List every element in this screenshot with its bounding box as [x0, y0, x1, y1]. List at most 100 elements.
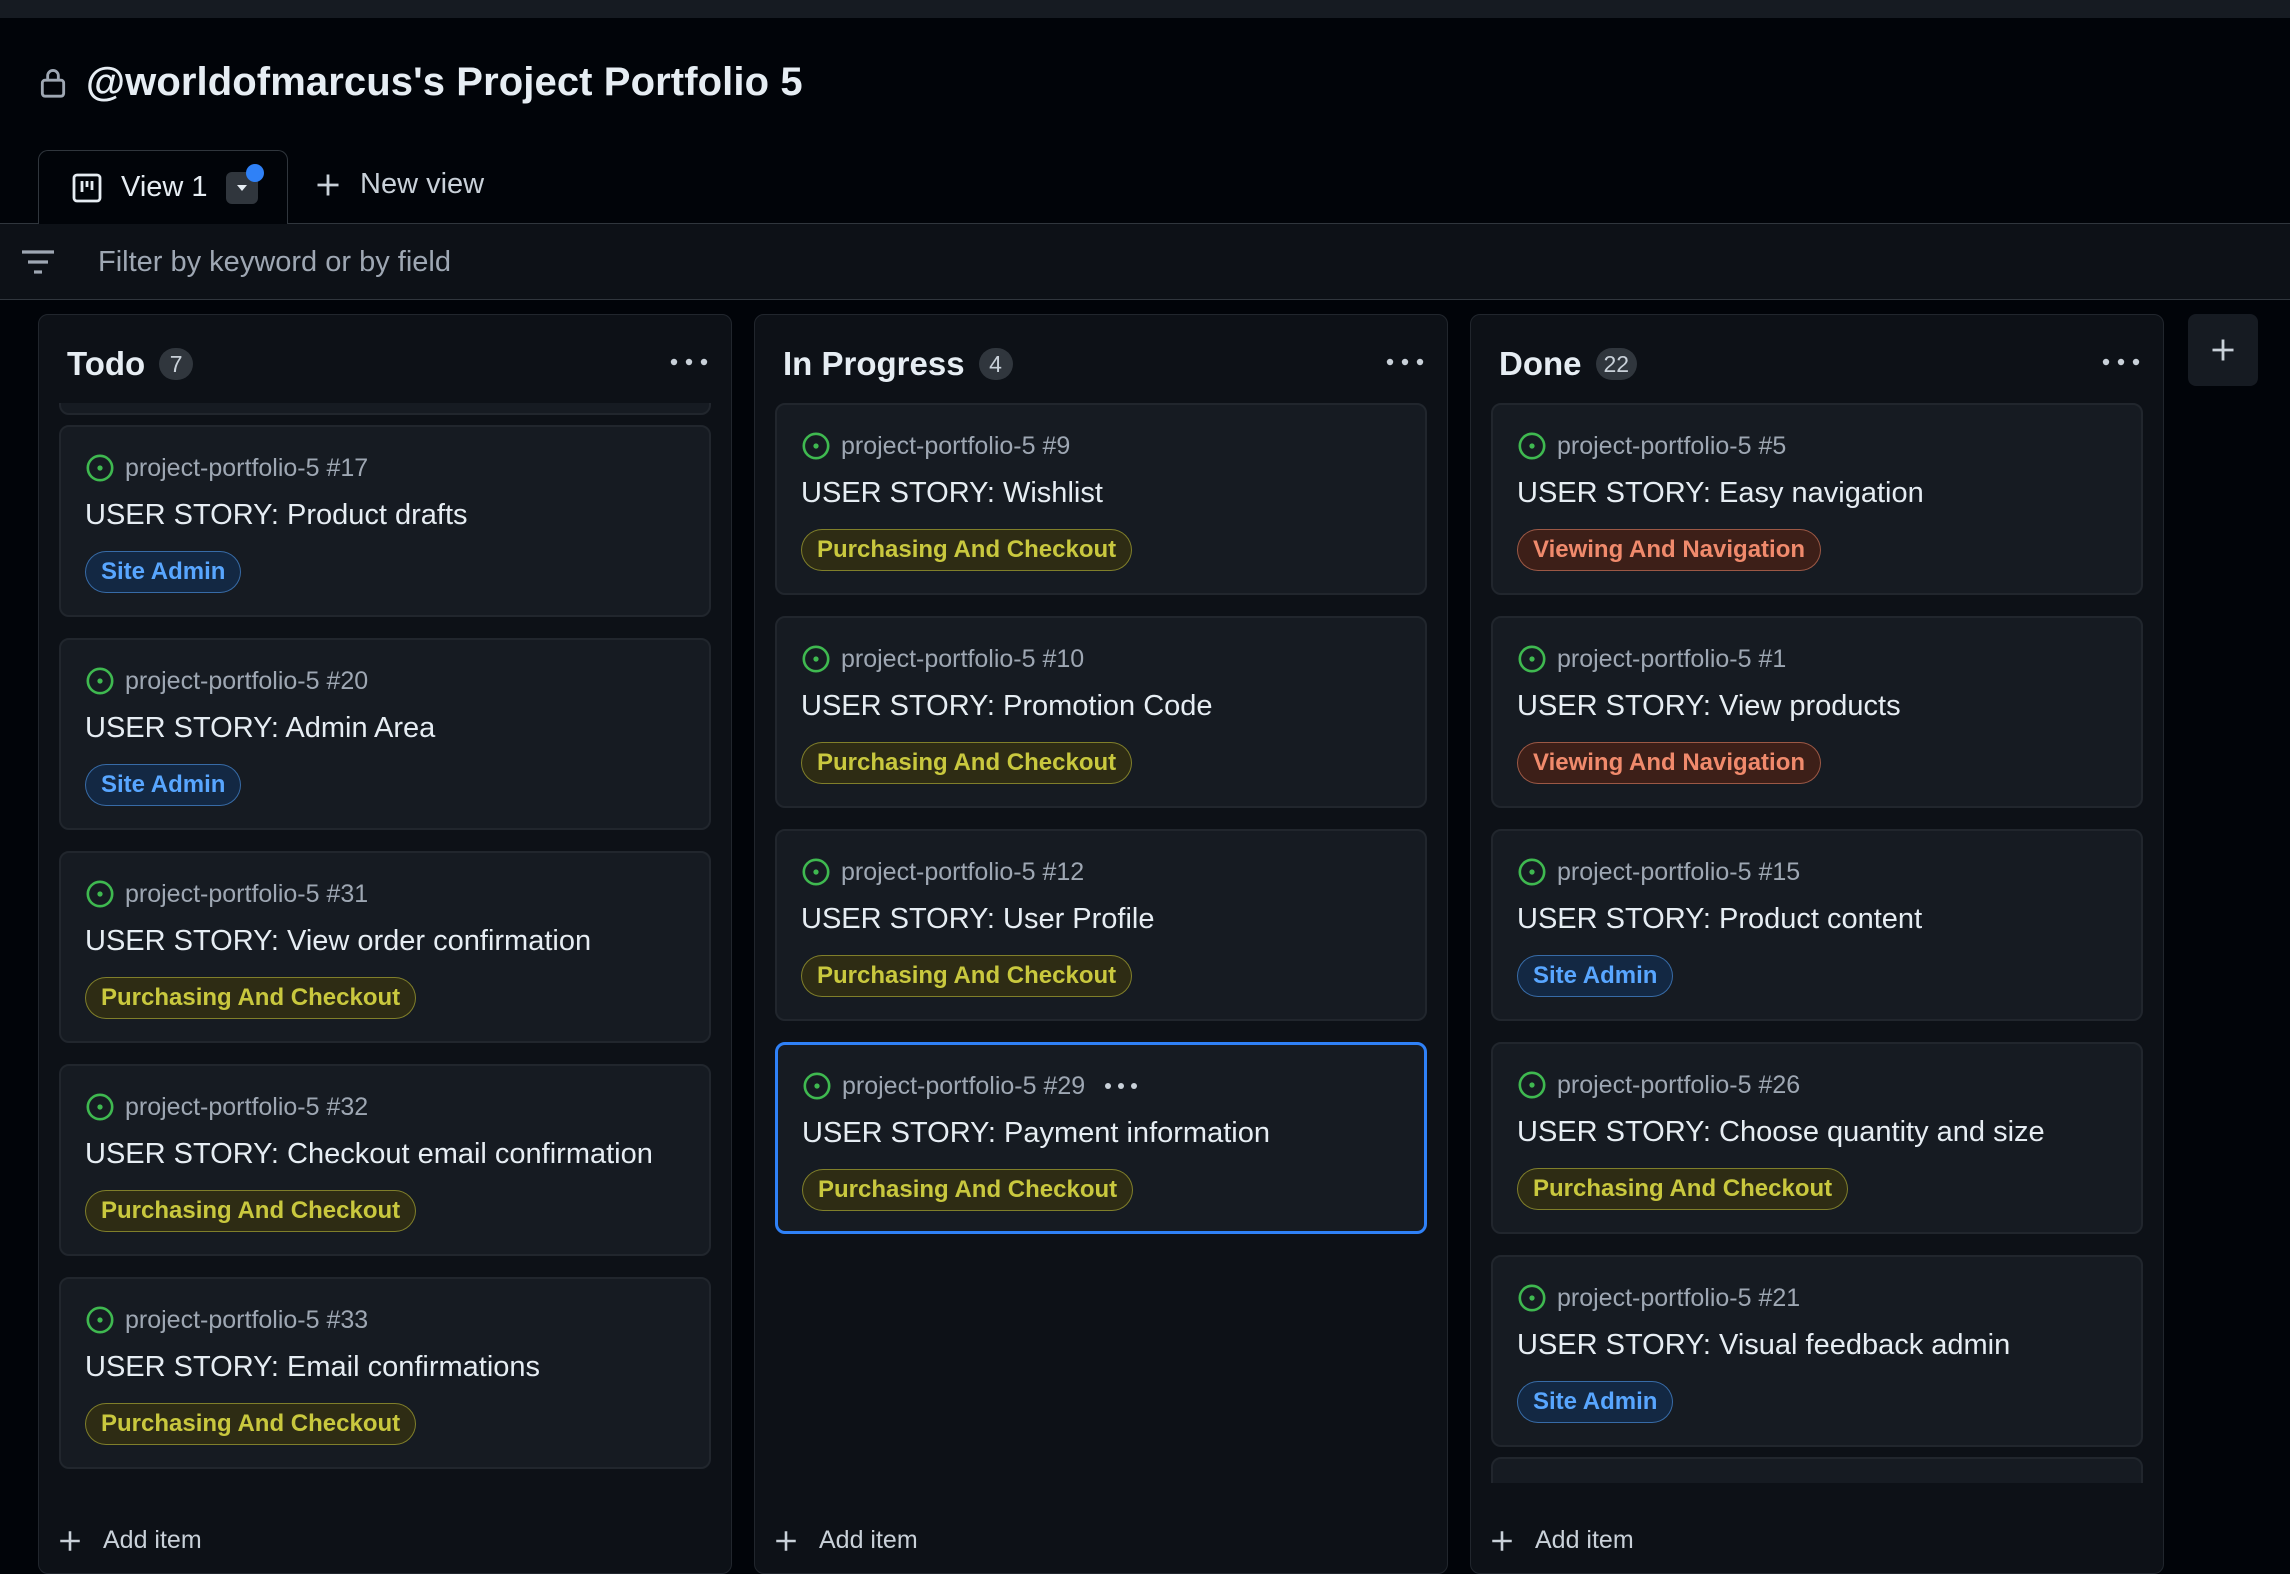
issue-title[interactable]: USER STORY: Email confirmations	[85, 1351, 540, 1384]
issue-reference[interactable]: project-portfolio-5 #17	[125, 454, 368, 483]
tab-view-1-label: View 1	[121, 171, 208, 203]
label-badge[interactable]: Purchasing And Checkout	[85, 1403, 417, 1445]
issue-reference[interactable]: project-portfolio-5 #32	[125, 1093, 368, 1122]
column-title: In Progress	[783, 345, 965, 382]
kebab-horizontal-icon[interactable]	[669, 355, 709, 369]
add-item-button[interactable]: Add item	[57, 1526, 202, 1555]
label-badge[interactable]: Purchasing And Checkout	[801, 529, 1133, 571]
issue-reference[interactable]: project-portfolio-5 #21	[1557, 1284, 1800, 1313]
issue-reference[interactable]: project-portfolio-5 #10	[841, 645, 1084, 674]
new-view-label: New view	[360, 168, 485, 200]
issue-reference[interactable]: project-portfolio-5 #12	[841, 858, 1084, 887]
issue-opened-icon	[86, 1306, 114, 1334]
label-badge[interactable]: Viewing And Navigation	[1517, 529, 1822, 571]
issue-reference[interactable]: project-portfolio-5 #33	[125, 1306, 368, 1335]
issue-opened-icon	[86, 667, 114, 695]
filter-icon[interactable]	[20, 248, 56, 276]
label-badge[interactable]: Purchasing And Checkout	[1517, 1168, 1849, 1210]
lock-icon	[40, 69, 66, 98]
issue-title[interactable]: USER STORY: Wishlist	[801, 477, 1103, 510]
issue-title[interactable]: USER STORY: Easy navigation	[1517, 477, 1924, 510]
kebab-horizontal-icon[interactable]	[1385, 355, 1425, 369]
issue-title[interactable]: USER STORY: Visual feedback admin	[1517, 1329, 2010, 1362]
label-badge[interactable]: Site Admin	[1517, 955, 1674, 997]
column-header: Todo 7	[67, 345, 194, 383]
issue-title[interactable]: USER STORY: User Profile	[801, 903, 1154, 936]
add-item-button[interactable]: Add item	[1489, 1526, 1634, 1555]
tab-view-1[interactable]: View 1	[38, 150, 288, 224]
issue-opened-icon	[86, 1093, 114, 1121]
column-count-badge: 7	[159, 348, 194, 380]
label-badge[interactable]: Purchasing And Checkout	[85, 1190, 417, 1232]
column-header: In Progress 4	[783, 345, 1013, 383]
new-view-button[interactable]: New view	[314, 168, 484, 201]
issue-card[interactable]: project-portfolio-5 #29 USER STORY: Payme…	[775, 1042, 1427, 1234]
label-badge[interactable]: Site Admin	[85, 764, 242, 806]
label-badge[interactable]: Site Admin	[85, 551, 242, 593]
view-options-button[interactable]	[225, 163, 264, 204]
issue-reference[interactable]: project-portfolio-5 #20	[125, 667, 368, 696]
issue-card[interactable]: project-portfolio-5 #17 USER STORY: Produ…	[59, 425, 711, 617]
add-column-button[interactable]	[2188, 314, 2258, 386]
label-badge[interactable]: Purchasing And Checkout	[801, 955, 1133, 997]
issue-reference[interactable]: project-portfolio-5 #5	[1557, 432, 1786, 461]
issue-card[interactable]: project-portfolio-5 #20 USER STORY: Admin…	[59, 638, 711, 830]
issue-card[interactable]: project-portfolio-5 #33 USER STORY: Email…	[59, 1277, 711, 1469]
issue-card[interactable]: project-portfolio-5 #32 USER STORY: Check…	[59, 1064, 711, 1256]
label-badge[interactable]: Purchasing And Checkout	[85, 977, 417, 1019]
issue-card[interactable]: project-portfolio-5 #26 USER STORY: Choos…	[1491, 1042, 2143, 1234]
issue-reference[interactable]: project-portfolio-5 #26	[1557, 1071, 1800, 1100]
issue-title[interactable]: USER STORY: Product content	[1517, 903, 1922, 936]
issue-card[interactable]: project-portfolio-5 #1 USER STORY: View p…	[1491, 616, 2143, 808]
issue-title[interactable]: USER STORY: Product drafts	[85, 499, 468, 532]
add-item-label: Add item	[103, 1526, 202, 1554]
issue-title[interactable]: USER STORY: Choose quantity and size	[1517, 1116, 2045, 1149]
issue-reference[interactable]: project-portfolio-5 #9	[841, 432, 1070, 461]
issue-card[interactable]: project-portfolio-5 #12 USER STORY: User …	[775, 829, 1427, 1021]
label-badge[interactable]: Site Admin	[1517, 1381, 1674, 1423]
card-meta: project-portfolio-5 #15	[1517, 857, 1800, 887]
label-badge[interactable]: Purchasing And Checkout	[802, 1169, 1134, 1211]
issue-title[interactable]: USER STORY: Payment information	[802, 1117, 1270, 1150]
column-done: Done 22 project-portfolio-5 #5 USER STORY…	[1470, 314, 2164, 1574]
issue-opened-icon	[803, 1072, 831, 1100]
issue-card[interactable]: project-portfolio-5 #5 USER STORY: Easy n…	[1491, 403, 2143, 595]
partially-hidden-card[interactable]	[59, 403, 711, 415]
label-badge[interactable]: Purchasing And Checkout	[801, 742, 1133, 784]
card-meta: project-portfolio-5 #9	[801, 431, 1070, 461]
column-cards: project-portfolio-5 #9 USER STORY: Wishli…	[775, 403, 1427, 1483]
issue-reference[interactable]: project-portfolio-5 #1	[1557, 645, 1786, 674]
issue-title[interactable]: USER STORY: Admin Area	[85, 712, 435, 745]
column-title: Todo	[67, 345, 146, 382]
issue-opened-icon	[1518, 1284, 1546, 1312]
issue-opened-icon	[802, 432, 830, 460]
issue-card[interactable]: project-portfolio-5 #21 USER STORY: Visua…	[1491, 1255, 2143, 1447]
kebab-horizontal-icon[interactable]	[1103, 1081, 1139, 1091]
plus-icon	[2212, 339, 2234, 361]
filter-input[interactable]	[98, 238, 1498, 286]
partially-hidden-card[interactable]	[1491, 1457, 2143, 1483]
column-count-badge: 22	[1595, 348, 1638, 380]
issue-reference[interactable]: project-portfolio-5 #31	[125, 880, 368, 909]
issue-reference[interactable]: project-portfolio-5 #15	[1557, 858, 1800, 887]
column-in-progress: In Progress 4 project-portfolio-5 #9 USER…	[754, 314, 1448, 1574]
column-todo: Todo 7 project-portfolio-5 #17 USER STORY…	[38, 314, 732, 1574]
kebab-horizontal-icon[interactable]	[2101, 355, 2141, 369]
issue-title[interactable]: USER STORY: View products	[1517, 690, 1901, 723]
add-item-button[interactable]: Add item	[773, 1526, 918, 1555]
label-badge[interactable]: Viewing And Navigation	[1517, 742, 1822, 784]
card-meta: project-portfolio-5 #10	[801, 644, 1084, 674]
issue-reference[interactable]: project-portfolio-5 #29	[842, 1072, 1085, 1101]
issue-card[interactable]: project-portfolio-5 #31 USER STORY: View …	[59, 851, 711, 1043]
issue-title[interactable]: USER STORY: Checkout email confirmation	[85, 1138, 653, 1171]
issue-card[interactable]: project-portfolio-5 #15 USER STORY: Produ…	[1491, 829, 2143, 1021]
plus-icon	[1492, 1530, 1512, 1551]
issue-card[interactable]: project-portfolio-5 #9 USER STORY: Wishli…	[775, 403, 1427, 595]
column-cards: project-portfolio-5 #5 USER STORY: Easy n…	[1491, 403, 2143, 1483]
card-meta: project-portfolio-5 #33	[85, 1305, 368, 1335]
issue-title[interactable]: USER STORY: View order confirmation	[85, 925, 591, 958]
card-meta: project-portfolio-5 #31	[85, 879, 368, 909]
issue-title[interactable]: USER STORY: Promotion Code	[801, 690, 1213, 723]
issue-card[interactable]: project-portfolio-5 #10 USER STORY: Promo…	[775, 616, 1427, 808]
column-cards: project-portfolio-5 #17 USER STORY: Produ…	[59, 403, 711, 1483]
